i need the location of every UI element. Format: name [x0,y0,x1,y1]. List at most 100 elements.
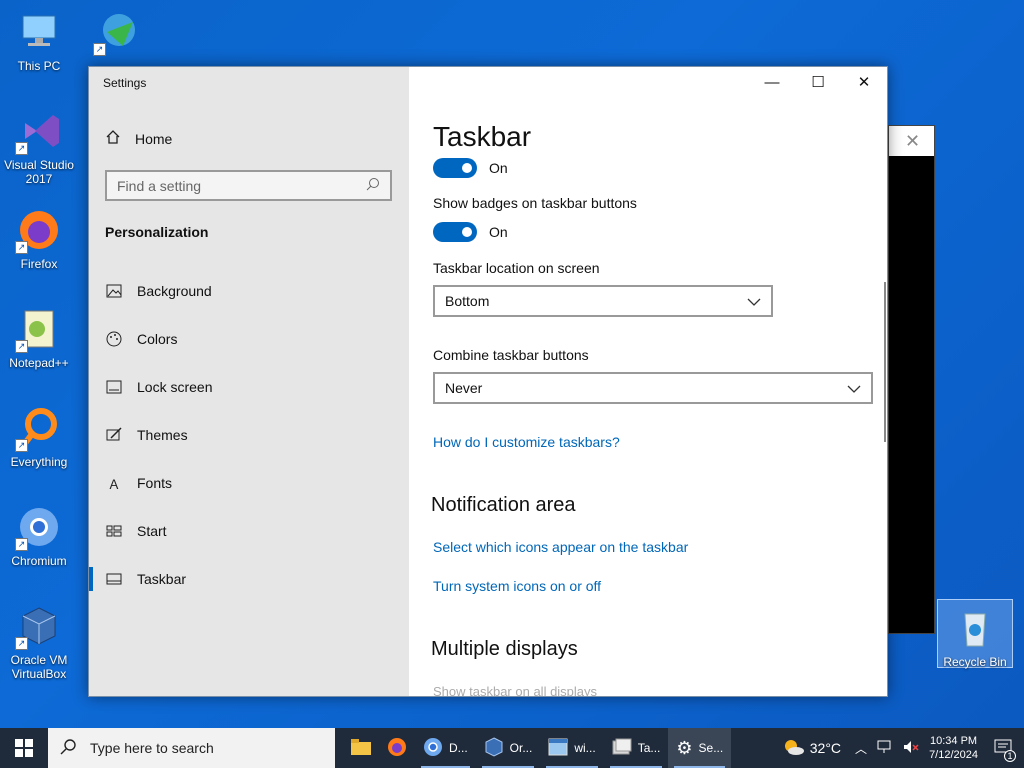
location-value: Bottom [445,293,490,309]
content-scrollbar[interactable] [884,282,886,442]
taskbar-app-virtualbox[interactable]: Or... [476,728,541,768]
shortcut-arrow-icon: ↗ [15,538,28,551]
brush-icon [105,426,123,444]
toggle-row-top: On [433,158,508,178]
windows-logo-icon [15,739,33,757]
multiple-displays-heading: Multiple displays [431,638,578,660]
notification-center-button[interactable]: 1 [988,739,1018,762]
location-label: Taskbar location on screen [433,260,600,276]
window-title: Settings [103,76,147,90]
combine-value: Never [445,380,483,396]
desktop-icon-firefox[interactable]: ↗ Firefox [0,206,78,271]
taskbar-icon [105,570,123,588]
nav-home-label: Home [135,130,173,147]
shortcut-arrow-icon: ↗ [15,142,28,155]
sidebar-item-background[interactable]: Background [89,267,409,315]
background-window-titlebar[interactable]: ✕ [889,126,934,156]
sidebar-item-lock-screen[interactable]: Lock screen [89,363,409,411]
desktop-icon-label: This PC [17,59,61,73]
taskbar-app-label: Or... [509,741,533,755]
taskbar-app-window[interactable]: wi... [540,728,603,768]
taskbar-app-chromium[interactable]: D... [415,728,476,768]
taskbar-search-box[interactable]: Type here to search [48,728,335,768]
weather-sun-cloud-icon [782,738,804,759]
sidebar-item-label: Start [137,523,167,539]
select-icons-link[interactable]: Select which icons appear on the taskbar [433,539,688,555]
weather-widget[interactable]: 32°C [778,728,845,768]
find-setting-input[interactable]: Find a setting [105,170,392,201]
windows-taskbar: Type here to search D... Or... wi... Ta.… [0,728,1024,768]
settings-sidebar: Settings Home Find a setting Personaliza… [89,67,409,696]
system-tray: 32°C ︿ 10:34 PM 7/12/2024 1 [778,728,1024,768]
clock-date: 7/12/2024 [929,749,978,761]
start-grid-icon [105,522,123,540]
sidebar-item-label: Background [137,283,212,299]
sidebar-item-label: Lock screen [137,379,213,395]
sidebar-item-taskbar[interactable]: Taskbar [89,555,409,603]
sidebar-item-start[interactable]: Start [89,507,409,555]
picture-icon [105,282,123,300]
virtualbox-icon [484,736,504,760]
taskbar-app-task[interactable]: Ta... [604,728,669,768]
volume-muted-icon[interactable] [903,740,919,757]
taskbar-app-firefox[interactable] [379,728,415,768]
toggle-switch-top[interactable] [433,158,477,178]
find-setting-placeholder: Find a setting [117,177,202,194]
taskbar-settings-content: Taskbar On Show badges on taskbar button… [409,67,887,696]
search-icon [60,738,76,758]
background-window[interactable]: ✕ [888,125,935,634]
taskbar-app-file-explorer[interactable] [343,728,379,768]
customize-taskbars-link[interactable]: How do I customize taskbars? [433,434,620,450]
close-icon[interactable]: ✕ [905,131,920,152]
desktop-icon-visual-studio[interactable]: ↗ Visual Studio 2017 [0,107,78,186]
location-dropdown[interactable]: Bottom [433,285,773,317]
shortcut-arrow-icon: ↗ [15,340,28,353]
shortcut-arrow-icon: ↗ [93,43,106,56]
sidebar-item-label: Themes [137,427,188,443]
window-app-icon [548,738,568,759]
desktop-icon-network[interactable]: ↗ [78,8,156,59]
home-icon [105,129,121,148]
sidebar-item-label: Taskbar [137,571,187,587]
recycle-bin-icon [951,604,999,652]
network-icon[interactable] [877,740,893,757]
taskbar-app-label: Se... [698,741,724,755]
desktop-icon-chromium[interactable]: ↗ Chromium [0,503,78,568]
notification-area-heading: Notification area [431,494,576,516]
sidebar-item-fonts[interactable]: Ａ Fonts [89,459,409,507]
toggle-state: On [489,160,508,176]
shortcut-arrow-icon: ↗ [15,637,28,650]
firefox-icon: ↗ [15,206,63,254]
taskbar-app-label: D... [449,741,468,755]
start-button[interactable] [0,728,48,768]
desktop-icon-this-pc[interactable]: This PC [0,8,78,73]
desktop-icon-everything[interactable]: ↗ Everything [0,404,78,469]
sidebar-item-themes[interactable]: Themes [89,411,409,459]
font-icon: Ａ [107,476,121,492]
desktop-icon-notepadpp[interactable]: ↗ Notepad++ [0,305,78,370]
palette-icon [105,330,123,348]
desktop-icon-label: Visual Studio 2017 [4,158,74,186]
sidebar-item-colors[interactable]: Colors [89,315,409,363]
taskbar-clock[interactable]: 10:34 PM 7/12/2024 [929,734,978,762]
desktop-icon-label: Everything [10,455,68,469]
everything-search-icon: ↗ [15,404,63,452]
settings-window[interactable]: Settings Home Find a setting Personaliza… [88,66,888,697]
taskbar-app-label: Ta... [637,741,661,755]
shortcut-arrow-icon: ↗ [15,439,28,452]
badges-toggle[interactable] [433,222,477,242]
combine-dropdown[interactable]: Never [433,372,873,404]
section-personalization: Personalization [105,224,209,240]
page-title: Taskbar [433,121,532,152]
notepadpp-icon: ↗ [15,305,63,353]
taskbar-app-settings[interactable]: ⚙ Se... [668,728,732,768]
nav-home[interactable]: Home [105,129,172,148]
desktop-icon-virtualbox[interactable]: ↗ Oracle VM VirtualBox [0,602,78,681]
desktop-icon-label: Notepad++ [9,356,69,370]
show-all-displays-label: Show taskbar on all displays [433,684,598,696]
chevron-up-icon[interactable]: ︿ [855,740,867,757]
desktop-icon-recycle-bin[interactable]: Recycle Bin [936,604,1014,669]
system-icons-link[interactable]: Turn system icons on or off [433,578,601,594]
file-explorer-icon [351,738,371,758]
visual-studio-icon: ↗ [15,107,63,155]
